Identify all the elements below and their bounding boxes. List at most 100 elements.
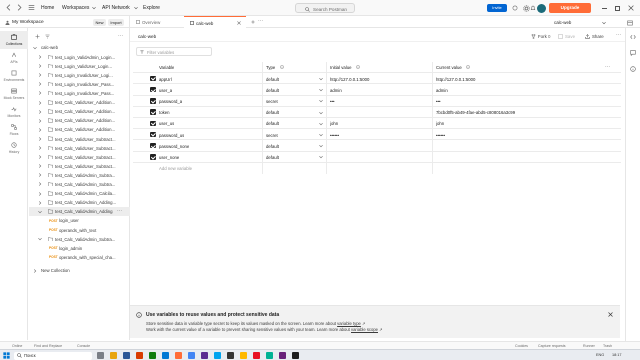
- variable-type[interactable]: default: [266, 88, 279, 93]
- env-more-icon[interactable]: ···: [616, 32, 621, 38]
- variable-name[interactable]: user_none: [159, 155, 179, 160]
- window-maximize-icon[interactable]: [615, 5, 620, 11]
- taskview-icon[interactable]: [97, 352, 104, 359]
- capture-button[interactable]: Capture requests: [538, 344, 566, 348]
- tree-folder-item[interactable]: test_Login_InvalidUser_Pass...: [29, 80, 130, 89]
- tree-folder-item[interactable]: test_Calc_ValidUser_Addition...: [29, 98, 130, 107]
- rail-mock-servers[interactable]: Mock Servers: [0, 85, 28, 103]
- tree-folder-item[interactable]: test_Calc_ValidUser_Subtract...: [29, 134, 130, 143]
- rail-flows[interactable]: Flows: [0, 121, 28, 139]
- row-enabled-checkbox[interactable]: [150, 109, 156, 115]
- avatar[interactable]: [537, 3, 546, 13]
- comments-icon[interactable]: [630, 50, 636, 56]
- app-icon[interactable]: [188, 352, 195, 359]
- nav-home[interactable]: Home: [41, 5, 54, 11]
- rail-apis[interactable]: APIs: [0, 49, 28, 67]
- tree-request-item[interactable]: POST operands_with_special_cha...: [29, 253, 130, 262]
- row-enabled-checkbox[interactable]: [150, 131, 156, 138]
- workspace-name[interactable]: My Workspace: [12, 20, 44, 25]
- tree-folder-item[interactable]: test_Calc_ValidUser_Addition...: [29, 125, 130, 134]
- invite-button[interactable]: Invite: [487, 4, 507, 12]
- tree-folder-item[interactable]: test_Calc_ValidUser_Subtract...: [29, 162, 130, 171]
- app-icon[interactable]: [162, 352, 169, 359]
- app-icon[interactable]: [136, 352, 143, 359]
- tree-folder-item[interactable]: test_Calc_ValidAdmin_Subtra...: [29, 171, 130, 180]
- tree-folder-item[interactable]: test_Login_InvalidUser_Logi...: [29, 71, 130, 80]
- app-icon[interactable]: [149, 352, 156, 359]
- app-icon[interactable]: [110, 352, 117, 359]
- current-value[interactable]: •••: [436, 99, 606, 104]
- new-collection-row[interactable]: New Collection: [29, 266, 130, 275]
- tree-item-more-icon[interactable]: ···: [117, 208, 122, 214]
- add-icon[interactable]: [35, 34, 40, 39]
- fork-label[interactable]: Fork: [538, 34, 547, 39]
- tree-folder-item[interactable]: test_Calc_ValidAdmin_Adding...: [29, 198, 130, 207]
- share-icon[interactable]: [585, 34, 590, 39]
- trash-button[interactable]: Trash: [603, 344, 612, 348]
- row-enabled-checkbox[interactable]: [150, 120, 156, 127]
- variable-name[interactable]: appUrl: [159, 77, 172, 82]
- info-icon[interactable]: [630, 66, 636, 72]
- more-options-icon[interactable]: ···: [118, 33, 123, 39]
- rail-environments[interactable]: Environments: [0, 67, 28, 85]
- initial-value[interactable]: •••: [330, 99, 428, 104]
- initial-value[interactable]: admin: [330, 88, 428, 93]
- upgrade-button[interactable]: Upgrade: [549, 3, 591, 13]
- window-minimize-icon[interactable]: [602, 7, 607, 9]
- rail-monitors[interactable]: Monitors: [0, 103, 28, 121]
- tree-folder-item[interactable]: test_Login_ValidAdmin_Login...: [29, 53, 130, 62]
- tree-request-item[interactable]: POST operands_with_text: [29, 225, 130, 234]
- filter-variables-input[interactable]: Filter variables: [136, 47, 212, 56]
- nav-api-network[interactable]: API Network: [102, 5, 130, 11]
- variable-type[interactable]: default: [266, 121, 279, 126]
- code-icon[interactable]: [630, 34, 636, 40]
- save-label[interactable]: Save: [565, 34, 575, 39]
- tab-more-icon[interactable]: ···: [258, 18, 263, 24]
- bell-icon[interactable]: [530, 5, 536, 12]
- new-button[interactable]: New: [93, 19, 106, 26]
- console-button[interactable]: Console: [77, 344, 90, 348]
- app-icon[interactable]: [123, 352, 130, 359]
- search-input[interactable]: Search Postman: [295, 3, 355, 13]
- back-arrow-icon[interactable]: [5, 4, 12, 11]
- clock[interactable]: 18:17: [612, 353, 622, 357]
- close-icon[interactable]: [237, 21, 241, 25]
- current-value[interactable]: admin: [436, 88, 606, 93]
- rail-history[interactable]: History: [0, 139, 28, 157]
- fork-icon[interactable]: [531, 34, 536, 39]
- online-status[interactable]: Online: [12, 344, 22, 348]
- variable-name[interactable]: password_a: [159, 99, 182, 104]
- tree-folder-item[interactable]: test_Calc_ValidAdmin_Adding... ···: [29, 207, 130, 217]
- row-enabled-checkbox[interactable]: [150, 98, 156, 104]
- sync-icon[interactable]: [512, 5, 518, 11]
- app-icon[interactable]: [175, 352, 182, 359]
- forward-arrow-icon[interactable]: [16, 4, 23, 11]
- chevron-down-icon[interactable]: [319, 99, 323, 103]
- cookies-button[interactable]: Cookies: [515, 344, 528, 348]
- table-more-icon[interactable]: ···: [605, 64, 610, 70]
- row-enabled-checkbox[interactable]: [150, 154, 156, 160]
- variable-name[interactable]: user_us: [159, 121, 174, 126]
- chevron-down-icon[interactable]: [319, 88, 323, 92]
- rail-collections[interactable]: Collections: [0, 31, 28, 49]
- chevron-down-icon[interactable]: [319, 144, 323, 148]
- app-icon[interactable]: [253, 352, 260, 359]
- tree-root[interactable]: calc-web: [29, 43, 130, 52]
- row-enabled-checkbox[interactable]: [150, 86, 156, 93]
- language-indicator[interactable]: ENG: [596, 353, 604, 357]
- tree-folder-item[interactable]: test_Calc_ValidAdmin_Subtra...: [29, 235, 130, 244]
- app-icon[interactable]: [201, 352, 208, 359]
- variable-name[interactable]: password_us: [159, 133, 184, 138]
- row-enabled-checkbox[interactable]: [150, 142, 156, 149]
- tree-folder-item[interactable]: test_Calc_ValidUser_Subtract...: [29, 153, 130, 162]
- variable-type[interactable]: secret: [266, 99, 278, 104]
- chevron-down-icon[interactable]: [319, 77, 323, 81]
- variable-type[interactable]: default: [266, 144, 279, 149]
- tree-folder-item[interactable]: test_Login_InvalidUser_Pass...: [29, 89, 130, 98]
- tab-calc-web[interactable]: calc-web: [184, 16, 246, 28]
- menu-icon[interactable]: [28, 4, 35, 11]
- window-close-icon[interactable]: [628, 5, 634, 11]
- nav-workspaces[interactable]: Workspaces: [62, 5, 89, 11]
- initial-value[interactable]: john: [330, 121, 428, 126]
- app-icon[interactable]: [214, 352, 221, 359]
